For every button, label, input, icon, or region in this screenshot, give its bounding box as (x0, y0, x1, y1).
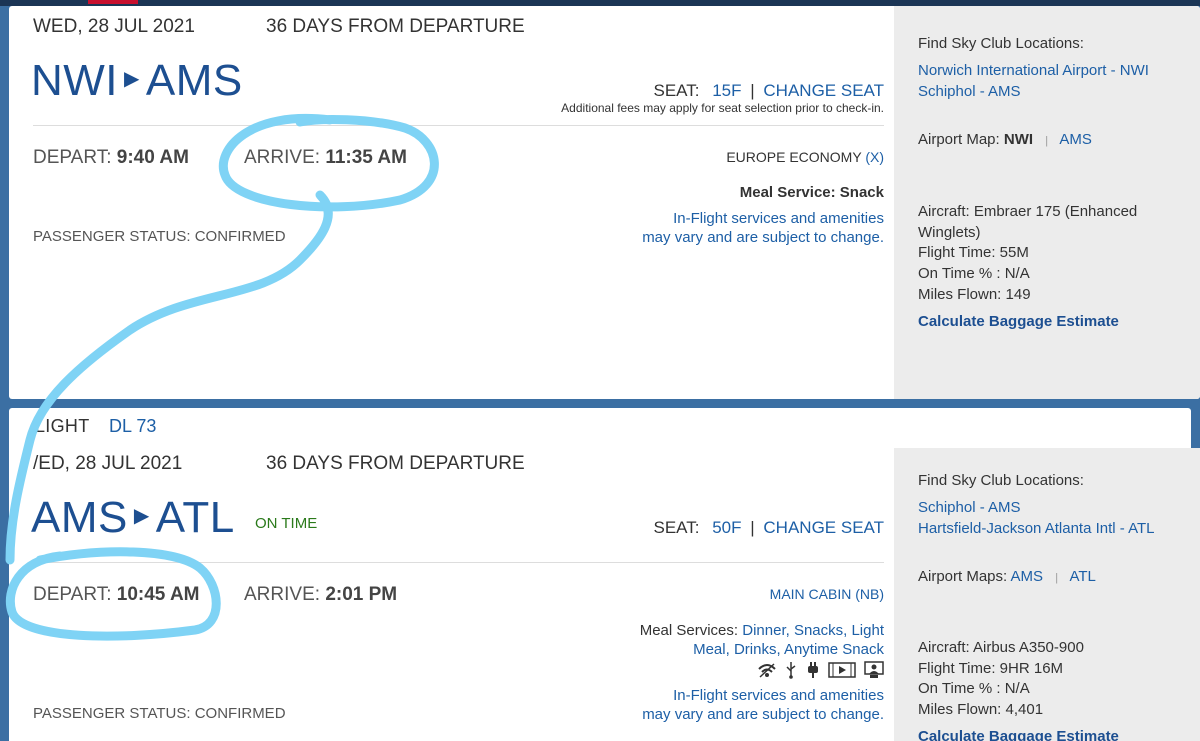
aircraft-type-cont: Winglets) (918, 224, 981, 241)
airport-map: Airport Map: NWI | AMS (918, 129, 1092, 152)
arrive-info: ARRIVE: 2:01 PM (244, 584, 397, 606)
flight-label: LIGHT (35, 416, 90, 436)
airport-map-atl-link[interactable]: ATL (1069, 568, 1095, 585)
depart-time: 10:45 AM (116, 584, 200, 605)
depart-info: DEPART: 9:40 AM (33, 147, 189, 169)
sky-club-link-atl[interactable]: Hartsfield-Jackson Atlanta Intl - ATL (918, 518, 1155, 539)
cabin-class[interactable]: MAIN CABIN (NB) (770, 586, 884, 602)
segment-sidebar: Find Sky Club Locations: Norwich Interna… (894, 6, 1200, 399)
meal-list-2[interactable]: Meal, Drinks, Anytime Snack (640, 640, 884, 659)
depart-label: DEPART: (33, 147, 112, 168)
inflight-amenities-link[interactable]: In-Flight services and amenities may var… (642, 686, 884, 724)
route-title: AMS ▶ ATL (31, 493, 235, 543)
seat-number[interactable]: 15F (712, 81, 741, 100)
power-icon (805, 661, 821, 684)
seat-label: SEAT: (653, 518, 700, 537)
meal-service: Meal Service: Snack (739, 184, 884, 201)
on-time-percent: On Time % : N/A (918, 680, 1030, 697)
airport-map-separator: | (1045, 135, 1049, 147)
days-from-departure: 36 DAYS FROM DEPARTURE (266, 16, 525, 37)
cabin-code: (X) (865, 149, 884, 165)
passenger-status: PASSENGER STATUS: CONFIRMED (33, 705, 286, 722)
seat-info: SEAT: 50F | CHANGE SEAT (654, 518, 885, 538)
sky-club-title: Find Sky Club Locations: (918, 35, 1084, 52)
wifi-icon (757, 661, 777, 684)
divider (33, 562, 884, 563)
sky-club-link-ams[interactable]: Schiphol - AMS (918, 497, 1021, 518)
aircraft-type: Aircraft: Airbus A350-900 (918, 639, 1084, 656)
segment-date: /ED, 28 JUL 2021 (33, 453, 183, 474)
change-seat-link[interactable]: CHANGE SEAT (763, 518, 884, 537)
days-from-departure: 36 DAYS FROM DEPARTURE (266, 453, 525, 474)
airport-map-ams-link[interactable]: AMS (1011, 568, 1044, 585)
flight-number-link[interactable]: DL 73 (109, 416, 156, 437)
airport-map-separator: | (1055, 572, 1059, 584)
inflight-line-2: may vary and are subject to change. (642, 706, 884, 723)
video-icon (828, 661, 857, 684)
calculate-baggage-link[interactable]: Calculate Baggage Estimate (918, 728, 1119, 741)
depart-time: 9:40 AM (116, 147, 189, 168)
flight-time: Flight Time: 55M (918, 244, 1029, 261)
airport-map-nwi[interactable]: NWI (1004, 131, 1033, 148)
airport-maps-label: Airport Maps: (918, 568, 1008, 585)
amenity-icons (757, 661, 884, 684)
sky-club-link-ams[interactable]: Schiphol - AMS (918, 81, 1021, 102)
airport-map-label: Airport Map: (918, 131, 1000, 148)
arrive-label: ARRIVE: (244, 584, 321, 605)
flight-segment-1: WED, 28 JUL 2021 36 DAYS FROM DEPARTURE … (9, 6, 1200, 399)
on-time-percent: On Time % : N/A (918, 265, 1030, 282)
seat-info: SEAT: 15F | CHANGE SEAT (654, 81, 885, 101)
arrive-time: 2:01 PM (325, 584, 398, 605)
segment-date: WED, 28 JUL 2021 (33, 16, 195, 37)
change-seat-link[interactable]: CHANGE SEAT (763, 81, 884, 100)
flight-segment-2: /ED, 28 JUL 2021 36 DAYS FROM DEPARTURE … (9, 448, 1200, 741)
seat-separator: | (750, 518, 755, 537)
airport-map-ams-link[interactable]: AMS (1059, 131, 1092, 148)
seat-fees-note: Additional fees may apply for seat selec… (561, 101, 884, 115)
sky-club-title: Find Sky Club Locations: (918, 472, 1084, 489)
cabin-name: EUROPE ECONOMY (726, 149, 862, 165)
flight-bar-spacer (9, 440, 1191, 448)
sky-club-link-nwi[interactable]: Norwich International Airport - NWI (918, 60, 1149, 81)
aircraft-type: Aircraft: Embraer 175 (Enhanced (918, 203, 1138, 220)
meal-list-1[interactable]: Dinner, Snacks, Light (742, 622, 884, 639)
calculate-baggage-link[interactable]: Calculate Baggage Estimate (918, 313, 1119, 330)
segment-sidebar: Find Sky Club Locations: Schiphol - AMS … (894, 448, 1200, 741)
arrive-info: ARRIVE: 11:35 AM (244, 147, 407, 169)
miles-flown: Miles Flown: 4,401 (918, 701, 1044, 718)
route-arrow-icon: ▶ (124, 68, 140, 90)
inflight-line-1: In-Flight services and amenities (673, 210, 884, 227)
flight-status-badge: ON TIME (255, 515, 318, 532)
depart-label: DEPART: (33, 584, 112, 605)
seat-number[interactable]: 50F (712, 518, 741, 537)
active-tab-indicator (88, 0, 138, 4)
cabin-class: EUROPE ECONOMY (X) (726, 149, 884, 165)
origin-code: NWI (31, 56, 119, 105)
route-arrow-icon: ▶ (133, 505, 150, 527)
flight-number-bar: LIGHT DL 73 (9, 408, 1191, 448)
passenger-status: PASSENGER STATUS: CONFIRMED (33, 228, 286, 245)
destination-code: AMS (145, 56, 243, 105)
inflight-amenities-link[interactable]: In-Flight services and amenities may var… (642, 209, 884, 247)
seat-separator: | (750, 81, 755, 100)
flight-time: Flight Time: 9HR 16M (918, 660, 1064, 677)
seatback-screen-icon (864, 661, 884, 684)
usb-icon (785, 661, 797, 684)
meal-services: Meal Services: Dinner, Snacks, Light Mea… (640, 621, 884, 659)
arrive-time: 11:35 AM (325, 147, 407, 168)
destination-code: ATL (155, 493, 235, 542)
inflight-line-2: may vary and are subject to change. (642, 229, 884, 246)
depart-info: DEPART: 10:45 AM (33, 584, 200, 606)
airport-maps: Airport Maps: AMS | ATL (918, 566, 1096, 589)
origin-code: AMS (31, 493, 128, 542)
arrive-label: ARRIVE: (244, 147, 321, 168)
miles-flown: Miles Flown: 149 (918, 286, 1031, 303)
route-title: NWI ▶ AMS (31, 56, 243, 106)
meal-label: Meal Services: (639, 622, 739, 639)
seat-label: SEAT: (653, 81, 700, 100)
inflight-line-1: In-Flight services and amenities (673, 687, 884, 704)
divider (33, 125, 884, 126)
